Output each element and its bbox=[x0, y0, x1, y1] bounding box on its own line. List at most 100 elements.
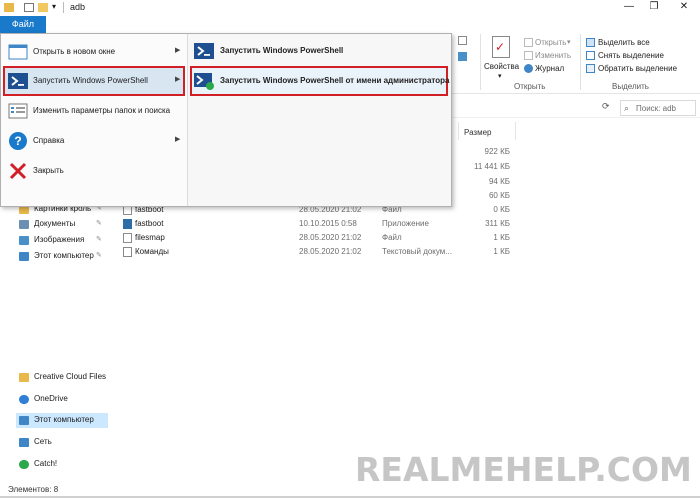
powershell-icon bbox=[194, 42, 214, 60]
refresh-icon[interactable]: ⟳ bbox=[602, 101, 610, 112]
svg-text:?: ? bbox=[14, 134, 21, 148]
file-menu-commands: Открыть в новом окне ▶ Запустить Windows… bbox=[1, 34, 187, 206]
nav-label: Catch! bbox=[34, 459, 58, 468]
application-icon bbox=[123, 219, 132, 229]
minimize-button[interactable]: — bbox=[615, 0, 643, 14]
restore-button[interactable]: ❐ bbox=[640, 0, 668, 14]
menu-item-label: Открыть в новом окне bbox=[33, 47, 116, 56]
file-date: 28.05.2020 21:02 bbox=[299, 233, 362, 242]
menu-item-label: Запустить Windows PowerShell bbox=[33, 76, 148, 85]
menu-item-label: Справка bbox=[33, 136, 65, 145]
properties-label[interactable]: Свойства bbox=[484, 62, 519, 71]
ribbon-separator bbox=[480, 34, 481, 90]
folder-icon bbox=[4, 3, 14, 12]
select-all-button[interactable]: Выделить все bbox=[598, 38, 650, 47]
nav-label: OneDrive bbox=[34, 394, 68, 403]
nav-item-this-pc-quick[interactable]: Этот компьютер ✎ bbox=[16, 249, 108, 264]
file-name: Команды bbox=[135, 247, 169, 256]
history-icon bbox=[524, 64, 533, 73]
ribbon: ✓ Свойства ▾ Открыть ▾ Изменить Журнал О… bbox=[452, 30, 700, 94]
nav-item-creative-cloud[interactable]: Creative Cloud Files bbox=[16, 370, 108, 385]
file-size: 311 КБ bbox=[485, 219, 510, 228]
nav-label: Сеть bbox=[34, 437, 52, 446]
menu-item-powershell[interactable]: Запустить Windows PowerShell ▶ bbox=[3, 66, 185, 96]
menu-item-open-new-window[interactable]: Открыть в новом окне ▶ bbox=[3, 37, 185, 67]
column-header-size[interactable]: Размер bbox=[464, 128, 492, 137]
deselect-icon bbox=[586, 51, 595, 60]
nav-item-this-pc[interactable]: Этот компьютер bbox=[16, 413, 108, 428]
search-input[interactable]: ⌕ Поиск: adb bbox=[620, 100, 696, 116]
nav-label: Этот компьютер bbox=[34, 415, 94, 424]
nav-item-documents[interactable]: Документы ✎ bbox=[16, 217, 108, 232]
table-row[interactable]: fastboot 10.10.2015 0:58 Приложение 311 … bbox=[120, 217, 520, 231]
pin-icon: ✎ bbox=[96, 220, 102, 227]
select-group-label: Выделить bbox=[612, 82, 649, 91]
documents-icon bbox=[19, 220, 29, 229]
properties-dropdown-icon[interactable]: ▾ bbox=[498, 72, 502, 80]
address-row: ⟳ ⌕ Поиск: adb bbox=[452, 96, 700, 118]
column-separator[interactable] bbox=[458, 122, 459, 140]
nav-label: Изображения bbox=[34, 235, 85, 244]
history-button[interactable]: Журнал bbox=[535, 64, 564, 73]
deselect-button[interactable]: Снять выделение bbox=[598, 51, 664, 60]
ribbon-small-icon[interactable] bbox=[458, 52, 467, 61]
file-date: 10.10.2015 0:58 bbox=[299, 219, 357, 228]
properties-check-icon: ✓ bbox=[495, 40, 506, 54]
submenu-arrow-icon: ▶ bbox=[175, 136, 181, 143]
network-icon bbox=[19, 438, 29, 447]
powershell-icon bbox=[7, 70, 29, 92]
table-row[interactable]: filesmap 28.05.2020 21:02 Файл 1 КБ bbox=[120, 231, 520, 245]
nav-item-images[interactable]: Изображения ✎ bbox=[16, 233, 108, 248]
nav-item-onedrive[interactable]: OneDrive bbox=[16, 392, 108, 407]
powershell-admin-icon bbox=[194, 72, 214, 90]
open-dropdown-icon[interactable]: ▾ bbox=[567, 38, 571, 46]
menu-item-help[interactable]: ? Справка ▶ bbox=[3, 126, 185, 156]
options-icon bbox=[7, 100, 29, 122]
properties-qa-icon[interactable] bbox=[24, 3, 34, 12]
file-menu: Открыть в новом окне ▶ Запустить Windows… bbox=[0, 33, 452, 207]
pin-icon: ✎ bbox=[96, 252, 102, 259]
search-placeholder: Поиск: adb bbox=[636, 104, 676, 113]
onedrive-icon bbox=[19, 395, 29, 404]
copy-path-icon[interactable] bbox=[458, 36, 467, 45]
status-item-count: Элементов: 8 bbox=[8, 485, 59, 494]
submenu-item-label: Запустить Windows PowerShell bbox=[220, 46, 344, 55]
menu-item-folder-options[interactable]: Изменить параметры папок и поиска bbox=[3, 96, 185, 126]
nav-label: Этот компьютер bbox=[34, 251, 94, 260]
title-separator bbox=[63, 2, 64, 13]
computer-icon bbox=[19, 252, 29, 261]
edit-icon bbox=[524, 51, 533, 60]
computer-icon bbox=[19, 416, 29, 425]
new-folder-qa-icon[interactable] bbox=[38, 3, 48, 12]
qa-dropdown-icon[interactable]: ▾ bbox=[52, 2, 56, 11]
creative-cloud-icon bbox=[19, 373, 29, 382]
invert-selection-button[interactable]: Обратить выделение bbox=[598, 64, 677, 73]
help-icon: ? bbox=[7, 130, 29, 152]
submenu-item-powershell[interactable]: Запустить Windows PowerShell bbox=[190, 36, 448, 66]
images-icon bbox=[19, 236, 29, 245]
column-separator[interactable] bbox=[515, 122, 516, 140]
watermark: REALMEHELP.COM bbox=[355, 450, 692, 489]
submenu-arrow-icon: ▶ bbox=[175, 76, 181, 83]
ribbon-separator bbox=[580, 34, 581, 90]
close-button[interactable]: ✕ bbox=[670, 0, 698, 14]
nav-item-catch[interactable]: Catch! bbox=[16, 457, 108, 472]
edit-button[interactable]: Изменить bbox=[535, 51, 571, 60]
open-button[interactable]: Открыть bbox=[535, 38, 566, 47]
nav-item-network[interactable]: Сеть bbox=[16, 435, 108, 450]
invert-selection-icon bbox=[586, 64, 595, 73]
catch-icon bbox=[19, 460, 29, 469]
file-tab[interactable]: Файл bbox=[0, 16, 46, 33]
submenu-item-powershell-admin[interactable]: Запустить Windows PowerShell от имени ад… bbox=[190, 66, 450, 96]
powershell-submenu: Запустить Windows PowerShell Запустить W… bbox=[188, 34, 451, 206]
submenu-item-label: Запустить Windows PowerShell от имени ад… bbox=[220, 76, 450, 85]
file-name: filesmap bbox=[135, 233, 165, 242]
menu-item-close[interactable]: Закрыть bbox=[3, 156, 185, 186]
select-all-icon bbox=[586, 38, 595, 47]
window-icon bbox=[7, 41, 29, 63]
pin-icon: ✎ bbox=[96, 236, 102, 243]
nav-label: Creative Cloud Files bbox=[34, 372, 107, 381]
file-date: 28.05.2020 21:02 bbox=[299, 247, 362, 256]
file-type: Файл bbox=[382, 233, 402, 242]
table-row[interactable]: Команды 28.05.2020 21:02 Текстовый докум… bbox=[120, 245, 520, 259]
